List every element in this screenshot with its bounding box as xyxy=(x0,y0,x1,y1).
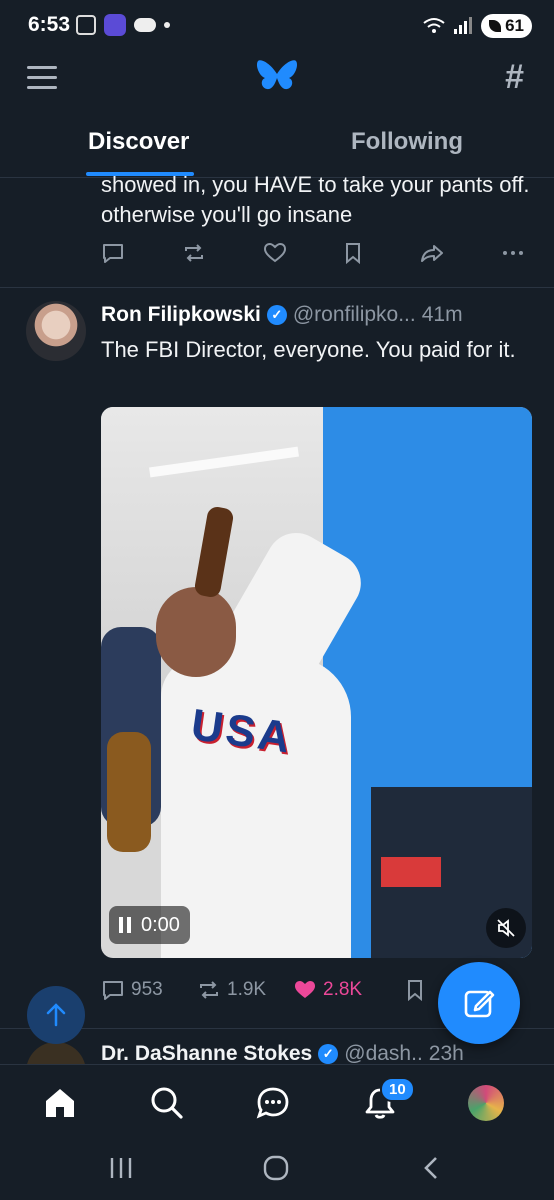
battery-level: 61 xyxy=(505,16,524,35)
verified-check-icon: ✓ xyxy=(318,1044,339,1064)
bookmark-icon xyxy=(408,980,422,1001)
pause-icon xyxy=(119,917,131,933)
like-icon xyxy=(295,981,315,998)
status-time: 6:53 xyxy=(28,13,71,36)
post-text: showed in, you HAVE to take your pants o… xyxy=(101,172,530,227)
notifications-badge: 10 xyxy=(380,1077,415,1102)
battery-indicator: 61 xyxy=(481,14,532,38)
feed-tabs: Discover Following xyxy=(0,112,554,178)
share-icon xyxy=(421,245,444,262)
bookmark-button[interactable] xyxy=(343,242,363,264)
author-handle[interactable]: @dash.. xyxy=(344,1042,423,1064)
like-icon xyxy=(263,242,286,263)
menu-icon[interactable] xyxy=(27,66,57,90)
search-icon xyxy=(151,1087,183,1119)
bookmark-icon xyxy=(346,243,361,264)
repost-icon xyxy=(184,244,203,262)
author-handle[interactable]: @ronfilipko... xyxy=(293,303,416,327)
like-count: 2.8K xyxy=(323,979,363,1000)
hash-icon[interactable]: # xyxy=(505,58,524,97)
video-play-pause-control[interactable]: 0:00 xyxy=(109,906,190,944)
video-frame-head xyxy=(156,587,236,677)
bookmark-button[interactable] xyxy=(405,979,425,1001)
reply-button[interactable] xyxy=(101,242,125,264)
wifi-icon xyxy=(423,18,445,33)
feed-post[interactable]: Ron Filipkowski ✓ @ronfilipko... 41m The… xyxy=(0,289,554,1029)
reply-icon xyxy=(103,981,123,1000)
repost-button[interactable]: 1.9K xyxy=(197,979,293,1001)
repost-button[interactable] xyxy=(182,242,206,264)
back-icon[interactable] xyxy=(420,1154,442,1182)
reply-count: 953 xyxy=(131,979,163,1000)
verified-check-icon: ✓ xyxy=(266,305,287,325)
mute-button[interactable] xyxy=(486,908,526,948)
author-name[interactable]: Ron Filipkowski xyxy=(101,303,261,327)
author-name[interactable]: Dr. DaShanne Stokes xyxy=(101,1042,312,1064)
post-text: The FBI Director, everyone. You paid for… xyxy=(101,337,516,362)
repost-count: 1.9K xyxy=(227,979,267,1000)
compose-icon xyxy=(464,990,495,1018)
video-frame-box xyxy=(381,857,441,887)
nav-home[interactable] xyxy=(40,1083,80,1123)
post-age: 23h xyxy=(428,1042,464,1064)
home-button-icon[interactable] xyxy=(262,1154,290,1182)
feed-post-previous[interactable]: showed in, you HAVE to take your pants o… xyxy=(0,172,554,288)
butterfly-logo-icon xyxy=(256,60,298,90)
tab-following[interactable]: Following xyxy=(351,128,463,156)
system-nav-bar xyxy=(0,1140,554,1200)
reply-button[interactable]: 953 xyxy=(101,979,197,1001)
chat-icon xyxy=(256,1087,289,1119)
bottom-nav: 10 xyxy=(0,1064,554,1140)
post-actions xyxy=(101,242,525,264)
video-timestamp: 0:00 xyxy=(141,913,180,936)
repost-icon xyxy=(200,981,218,999)
nav-search[interactable] xyxy=(147,1083,187,1123)
home-icon xyxy=(46,1089,74,1117)
post-age: 41m xyxy=(421,303,463,326)
muted-speaker-icon xyxy=(497,919,515,937)
scroll-to-top-button[interactable] xyxy=(27,986,85,1044)
more-icon xyxy=(502,251,523,255)
post-header: Ron Filipkowski ✓ @ronfilipko... 41m xyxy=(101,303,463,327)
status-bar: 6:53 61 xyxy=(0,0,554,52)
like-button[interactable]: 2.8K xyxy=(293,979,405,1001)
avatar[interactable] xyxy=(26,301,86,361)
signal-icon xyxy=(454,17,473,34)
more-button[interactable] xyxy=(501,242,525,264)
cloud-icon xyxy=(134,18,156,32)
nav-profile[interactable] xyxy=(466,1083,506,1123)
nav-notifications[interactable]: 10 xyxy=(360,1077,415,1123)
avatar[interactable] xyxy=(26,1042,86,1064)
status-notification-icons xyxy=(76,14,170,36)
tab-discover[interactable]: Discover xyxy=(88,128,189,156)
share-button[interactable] xyxy=(420,242,444,264)
nav-chat[interactable] xyxy=(253,1083,293,1123)
reply-icon xyxy=(103,244,123,263)
post-actions: 953 1.9K 2.8K xyxy=(101,979,425,1001)
compose-button[interactable] xyxy=(438,962,520,1044)
screenshot-icon xyxy=(76,15,96,35)
recent-apps-icon[interactable] xyxy=(108,1154,134,1182)
app-notification-icon xyxy=(104,14,126,36)
app-header: # xyxy=(0,52,554,104)
status-system-icons: 61 xyxy=(423,14,532,38)
arrow-up-icon xyxy=(46,1003,66,1027)
battery-saver-icon xyxy=(489,20,502,32)
video-player[interactable]: USA 0:00 xyxy=(101,407,532,958)
post-header: Dr. DaShanne Stokes ✓ @dash.. 23h xyxy=(101,1042,464,1064)
like-button[interactable] xyxy=(263,242,287,264)
avatar xyxy=(468,1085,504,1121)
video-frame-bottle xyxy=(107,732,151,852)
more-notifications-dot xyxy=(164,22,170,28)
